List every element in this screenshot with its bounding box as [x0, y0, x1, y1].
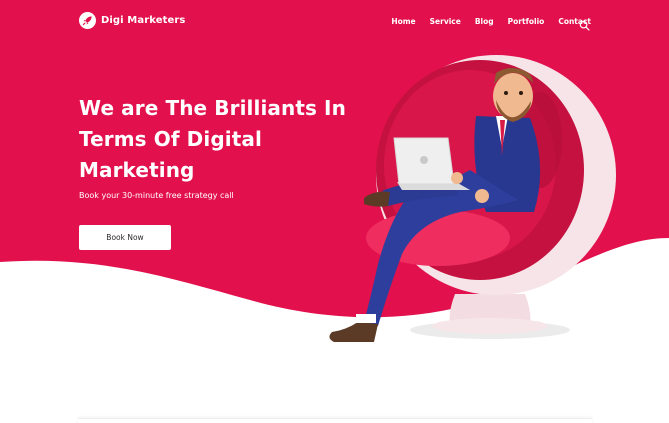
man-in-egg-chair-illustration	[329, 55, 616, 342]
top-navbar: Digi Marketers Home Service Blog Portfol…	[0, 0, 669, 44]
rocket-icon	[79, 12, 96, 29]
features-card	[78, 418, 592, 423]
hero-subtitle: Book your 30-minute free strategy call	[79, 191, 234, 200]
nav-service[interactable]: Service	[430, 17, 461, 26]
book-now-button[interactable]: Book Now	[79, 225, 171, 250]
nav-portfolio[interactable]: Portfolio	[508, 17, 545, 26]
main-menu: Home Service Blog Portfolio Contact	[391, 17, 591, 26]
nav-blog[interactable]: Blog	[475, 17, 494, 26]
nav-home[interactable]: Home	[391, 17, 415, 26]
logo-text: Digi Marketers	[101, 15, 186, 26]
search-icon[interactable]	[579, 16, 590, 31]
logo[interactable]: Digi Marketers	[79, 12, 185, 29]
